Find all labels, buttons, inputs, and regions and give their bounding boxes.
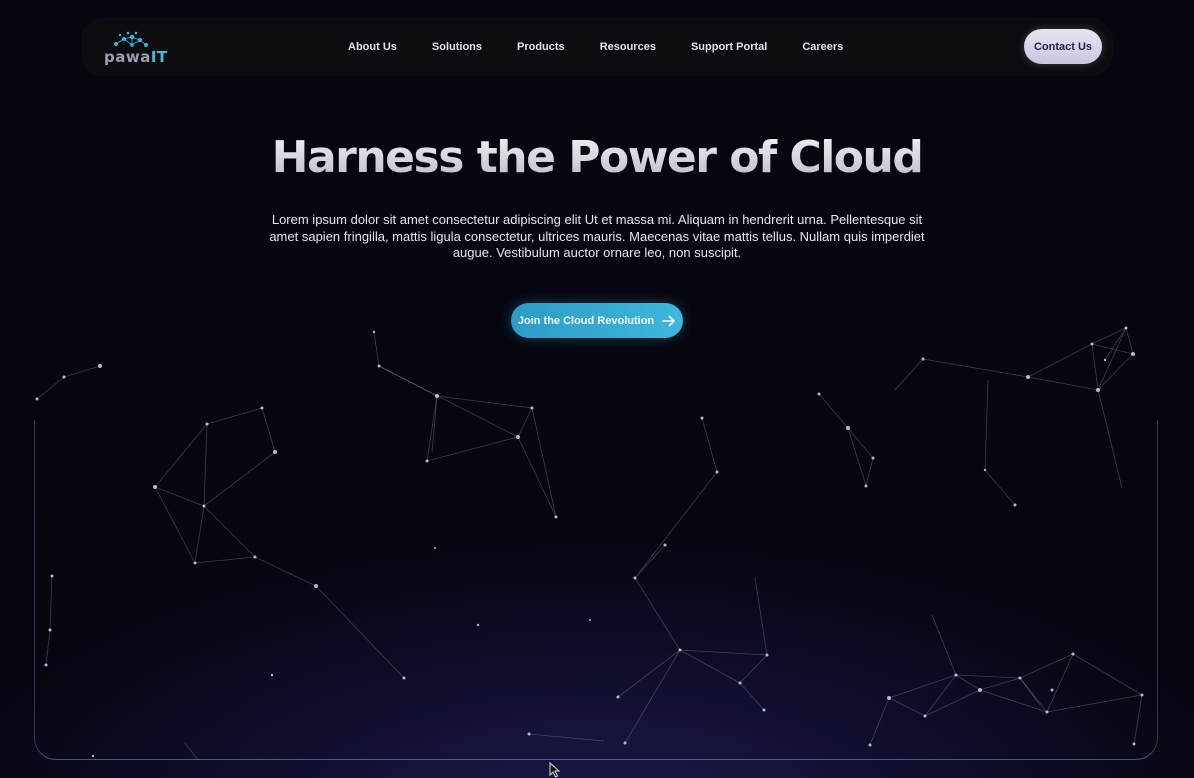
- hero-description: Lorem ipsum dolor sit amet consectetur a…: [269, 212, 925, 260]
- join-cloud-revolution-button[interactable]: Join the Cloud Revolution: [511, 303, 683, 338]
- nav-products[interactable]: Products: [517, 41, 565, 53]
- contact-us-button[interactable]: Contact Us: [1024, 29, 1102, 64]
- nav-links: About Us Solutions Products Resources Su…: [348, 19, 878, 75]
- nav-about-us[interactable]: About Us: [348, 41, 397, 53]
- page: pawaIT About Us Solutions Products Resou…: [0, 0, 1194, 778]
- nav-solutions[interactable]: Solutions: [432, 41, 482, 53]
- nav-careers[interactable]: Careers: [802, 41, 843, 53]
- mouse-cursor-icon: [549, 762, 561, 778]
- hero-frame: [34, 420, 1158, 760]
- cta-label: Join the Cloud Revolution: [517, 314, 655, 327]
- nav-support-portal[interactable]: Support Portal: [691, 41, 767, 53]
- logo-text: pawaIT: [104, 48, 168, 66]
- logo[interactable]: pawaIT: [102, 31, 174, 66]
- nav-resources[interactable]: Resources: [600, 41, 656, 53]
- arrow-right-icon: [662, 315, 676, 327]
- hero-title: Harness the Power of Cloud: [0, 132, 1194, 183]
- navbar: pawaIT About Us Solutions Products Resou…: [82, 19, 1112, 75]
